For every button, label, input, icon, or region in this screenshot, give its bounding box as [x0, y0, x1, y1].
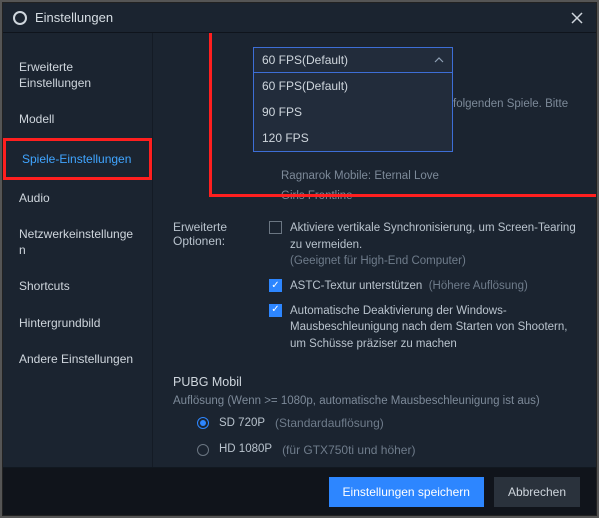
game-name: Girls Frontline [281, 187, 576, 207]
content: 60 FPS(Default) 60 FPS(Default) 90 FPS 1… [153, 33, 596, 467]
sidebar-item-label: Erweiterte Einstellungen [19, 60, 91, 90]
resolution-option-hd[interactable]: HD 1080P (für GTX750ti und höher) [197, 441, 576, 458]
fps-dropdown-list: 60 FPS(Default) 90 FPS 120 FPS [253, 73, 453, 152]
button-label: Abbrechen [508, 485, 566, 499]
game-name: Ragnarok Mobile: Eternal Love [281, 167, 576, 187]
fps-selected-label: 60 FPS(Default) [262, 53, 348, 67]
close-button[interactable] [568, 9, 586, 27]
gear-icon [13, 11, 27, 25]
footer: Einstellungen speichern Abbrechen [3, 467, 596, 515]
sidebar-item-label: Spiele-Einstellungen [22, 152, 131, 166]
resolution-option-sd[interactable]: SD 720P (Standardauflösung) [197, 415, 576, 432]
fps-option-label: 60 FPS(Default) [262, 79, 348, 93]
cancel-button[interactable]: Abbrechen [494, 477, 580, 507]
sidebar-item-label: Audio [19, 191, 50, 205]
radio-label: HD 1080P [219, 441, 272, 458]
fps-option-label: 120 FPS [262, 131, 309, 145]
sidebar-item-wallpaper[interactable]: Hintergrundbild [3, 305, 152, 341]
pubg-title: PUBG Mobil [173, 375, 576, 389]
astc-checkbox[interactable] [269, 279, 282, 292]
pubg-subtext: Auflösung (Wenn >= 1080p, automatische M… [173, 395, 576, 407]
check-text-hint: (Geeignet für High-End Computer) [290, 255, 466, 267]
fps-option[interactable]: 90 FPS [254, 99, 452, 125]
note-text: folgenden Spiele. Bitte [453, 95, 568, 115]
window-title: Einstellungen [35, 10, 113, 25]
sidebar-item-label: Andere Einstellungen [19, 352, 133, 366]
save-button[interactable]: Einstellungen speichern [329, 477, 484, 507]
check-text-main: Aktiviere vertikale Synchronisierung, um… [290, 222, 576, 251]
fps-select[interactable]: 60 FPS(Default) [253, 47, 453, 73]
fps-option[interactable]: 120 FPS [254, 125, 452, 151]
mouse-accel-checkbox[interactable] [269, 304, 282, 317]
titlebar: Einstellungen [3, 3, 596, 33]
fps-option-label: 90 FPS [262, 105, 302, 119]
radio-hint: (Standardauflösung) [275, 416, 384, 430]
sidebar-item-label: Modell [19, 112, 54, 126]
vsync-checkbox[interactable] [269, 221, 282, 234]
fps-option[interactable]: 60 FPS(Default) [254, 73, 452, 99]
vsync-label: Aktiviere vertikale Synchronisierung, um… [290, 220, 576, 270]
close-icon [571, 12, 583, 24]
sidebar-item-audio[interactable]: Audio [3, 180, 152, 216]
advanced-options-label: Erweiterte Optionen: [173, 220, 253, 248]
sidebar-item-network[interactable]: Netzwerkeinstellungen [3, 216, 152, 268]
check-text-hint: (Höhere Auflösung) [429, 280, 528, 292]
sidebar-item-model[interactable]: Modell [3, 101, 152, 137]
chevron-up-icon [434, 55, 444, 65]
button-label: Einstellungen speichern [343, 485, 470, 499]
sidebar-item-game-settings[interactable]: Spiele-Einstellungen [3, 138, 152, 180]
mouse-accel-label: Automatische Deaktivierung der Windows-M… [290, 303, 576, 353]
astc-label: ASTC-Textur unterstützen (Höhere Auflösu… [290, 278, 528, 295]
sidebar-item-other[interactable]: Andere Einstellungen [3, 341, 152, 377]
sidebar-item-label: Netzwerkeinstellungen [19, 227, 133, 257]
sidebar-item-advanced[interactable]: Erweiterte Einstellungen [3, 49, 152, 101]
settings-window: Einstellungen Erweiterte Einstellungen M… [3, 3, 596, 515]
radio-hint: (für GTX750ti und höher) [282, 443, 415, 457]
check-text-main: ASTC-Textur unterstützen [290, 280, 422, 292]
radio-icon [197, 417, 209, 429]
radio-label: SD 720P [219, 415, 265, 432]
radio-icon [197, 444, 209, 456]
sidebar-item-label: Hintergrundbild [19, 316, 100, 330]
sidebar-item-shortcuts[interactable]: Shortcuts [3, 268, 152, 304]
sidebar-item-label: Shortcuts [19, 279, 70, 293]
sidebar: Erweiterte Einstellungen Modell Spiele-E… [3, 33, 153, 467]
